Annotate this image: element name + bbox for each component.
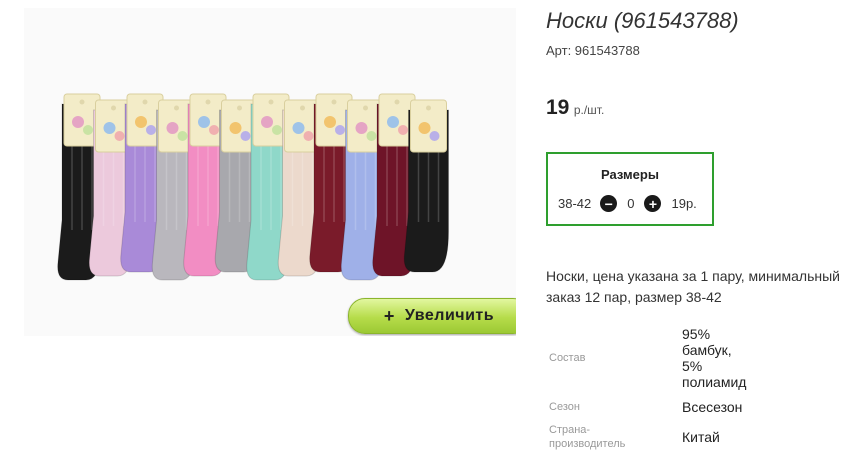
size-price: 19р.: [671, 196, 697, 211]
price-value: 19: [546, 96, 570, 119]
attr-season-value: Всесезон: [682, 399, 743, 415]
product-description: Носки, цена указана за 1 пару, минимальн…: [546, 268, 840, 305]
minus-icon[interactable]: −: [600, 195, 618, 212]
composition-line: 95%: [682, 326, 711, 342]
attr-season-label: Сезон: [549, 401, 580, 413]
sock: [403, 99, 449, 273]
product-sku: Арт: 961543788: [546, 43, 640, 58]
zoom-button[interactable]: + Увеличить: [348, 298, 516, 334]
country-label-line: производитель: [549, 438, 626, 450]
quantity-value[interactable]: 0: [627, 196, 634, 211]
size-row: 38-42 − 0 + 19р.: [558, 195, 697, 212]
composition-line: бамбук,: [682, 342, 732, 358]
sizes-title: Размеры: [601, 167, 659, 182]
attr-composition-value: 95% бамбук, 5% полиамид: [682, 326, 746, 390]
product-photo[interactable]: + Увеличить: [24, 8, 516, 336]
attr-country-label: Страна- производитель: [549, 423, 625, 451]
price-unit: р./шт.: [573, 103, 605, 117]
composition-line: полиамид: [682, 374, 747, 390]
sizes-box: Размеры 38-42 − 0 + 19р.: [546, 152, 714, 226]
attr-composition-label: Состав: [549, 352, 586, 364]
product-title: Носки (961543788): [546, 8, 739, 33]
attr-country-value: Китай: [682, 429, 720, 445]
size-label: 38-42: [558, 196, 592, 211]
composition-line: 5%: [682, 358, 703, 374]
country-label-line: Страна-: [549, 424, 591, 436]
socks-image: [57, 93, 449, 281]
zoom-button-label: Увеличить: [404, 307, 495, 324]
plus-icon: +: [383, 305, 395, 326]
product-price: 19 р./шт.: [546, 96, 604, 120]
plus-icon[interactable]: +: [644, 195, 662, 212]
